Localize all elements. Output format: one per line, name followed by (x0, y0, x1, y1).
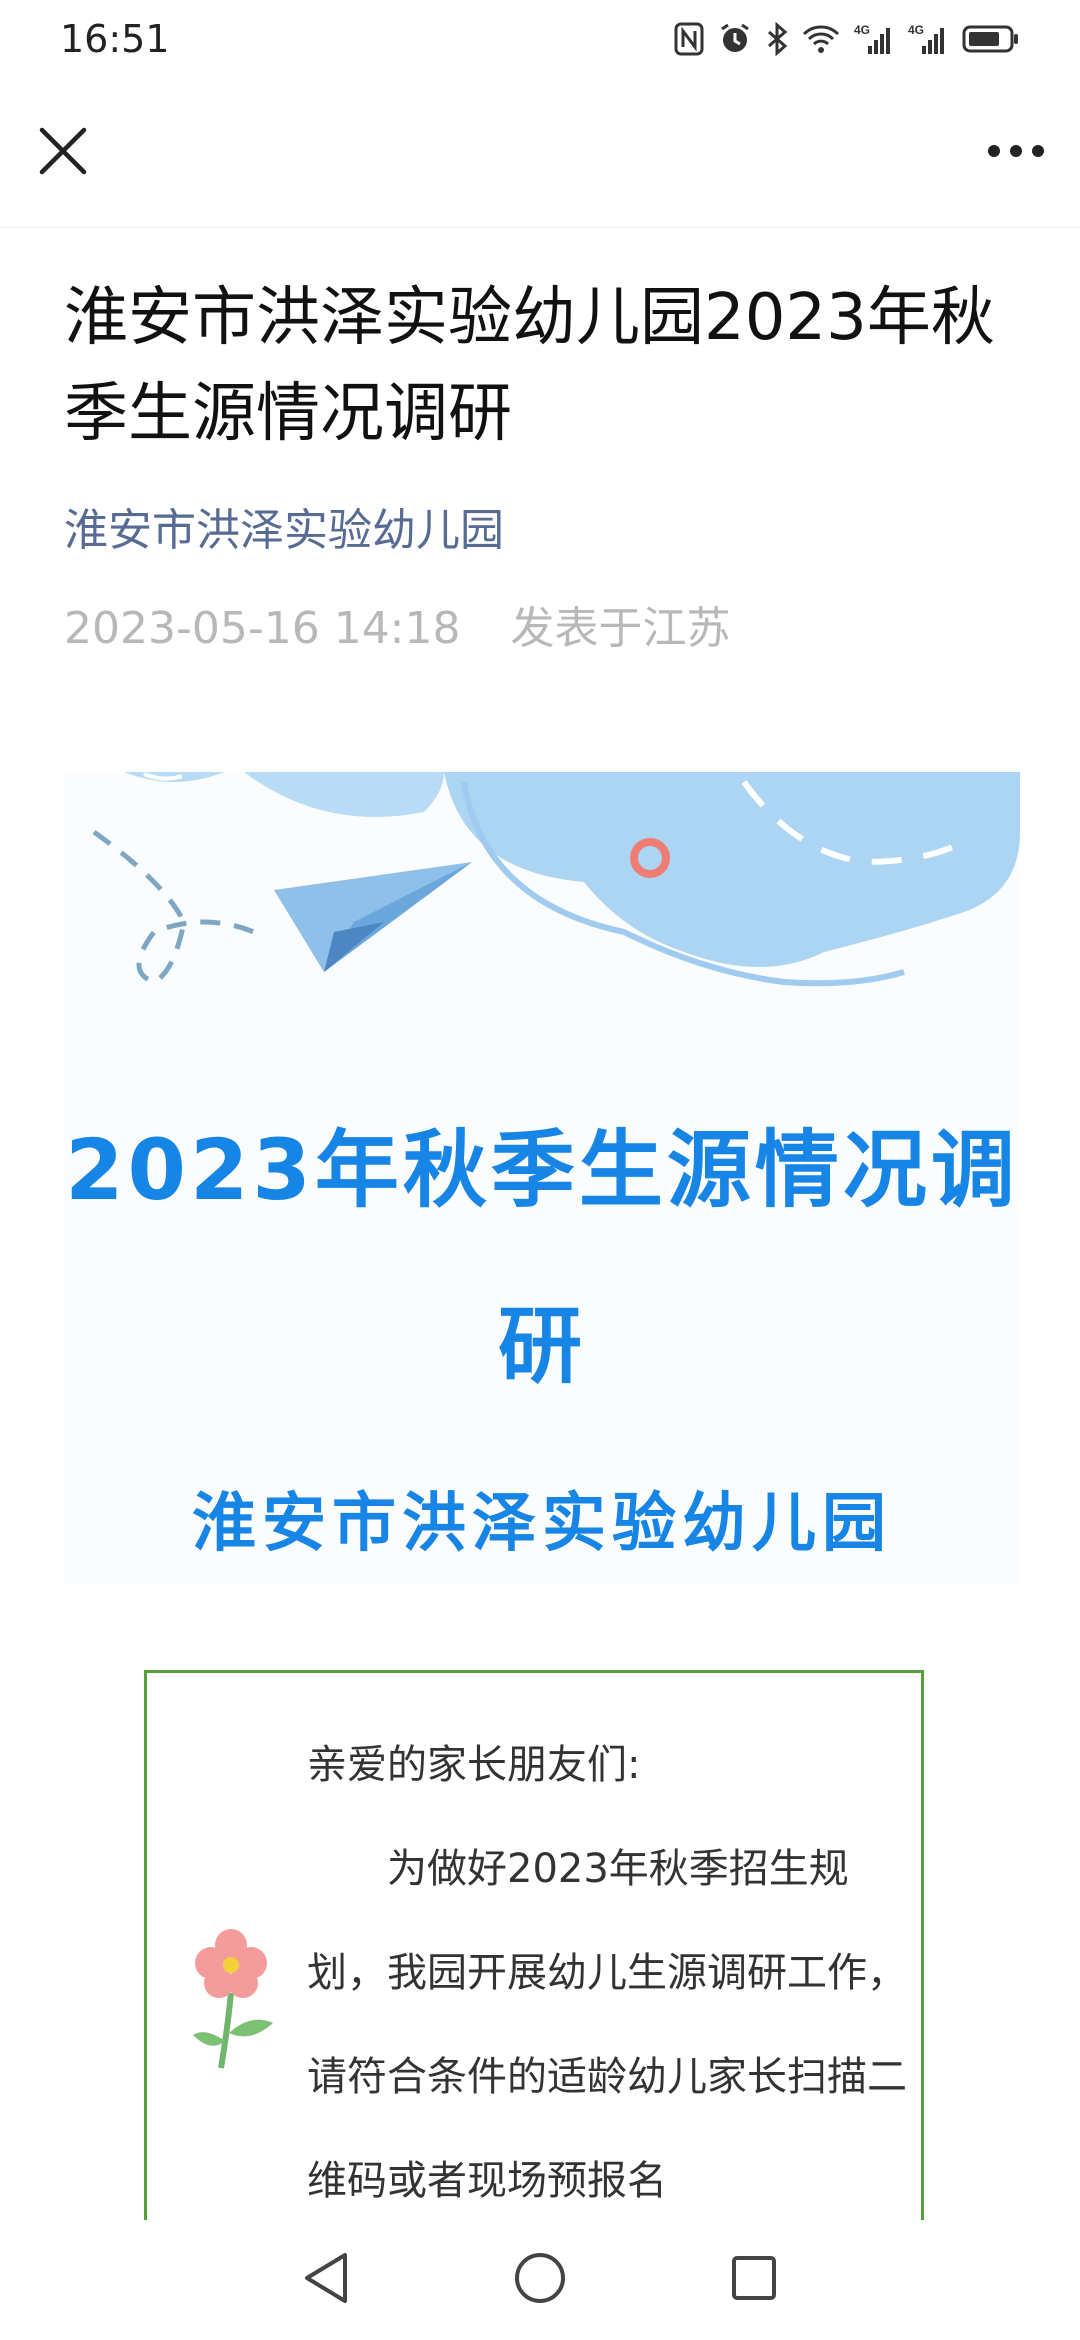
account-name-link[interactable]: 淮安市洪泽实验幼儿园 (64, 494, 1024, 558)
notice-box: 亲爱的家长朋友们: 为做好2023年秋季招生规划，我园开展幼儿生源调研工作，请符… (144, 1670, 924, 2230)
banner-image: 2023年秋季生源情况调研 淮安市洪泽实验幼儿园 (64, 772, 1020, 1584)
signal-4g-icon: 4G (854, 22, 894, 56)
back-triangle-icon[interactable] (301, 2251, 351, 2309)
battery-icon (962, 24, 1020, 54)
status-bar: 16:51 4G 4G (0, 0, 1080, 78)
article-header: 淮安市洪泽实验幼儿园2023年秋季生源情况调研 淮安市洪泽实验幼儿园 2023-… (64, 270, 1024, 656)
network-label-1: 4G (854, 23, 870, 37)
flower-icon (191, 1923, 281, 2077)
close-icon[interactable] (36, 124, 90, 182)
banner-title: 2023年秋季生源情况调研 (65, 1121, 1019, 1395)
nfc-icon (674, 22, 704, 56)
article-title: 淮安市洪泽实验幼儿园2023年秋季生源情况调研 (64, 281, 995, 451)
signal-4g-icon: 4G (908, 22, 948, 56)
network-label-2: 4G (908, 23, 924, 37)
status-icons: 4G 4G (674, 22, 1020, 56)
status-time: 16:51 (60, 17, 170, 61)
banner-decoration (92, 772, 1020, 987)
system-nav-bar (0, 2220, 1080, 2340)
more-icon[interactable] (986, 143, 1046, 163)
notice-greeting: 亲爱的家长朋友们: (307, 1742, 641, 1788)
bluetooth-icon (766, 22, 788, 56)
banner-subtitle: 淮安市洪泽实验幼儿园 (192, 1487, 892, 1561)
wifi-icon (802, 24, 840, 54)
article-meta: 2023-05-16 14:18 发表于江苏 (64, 592, 1024, 656)
publish-date: 2023-05-16 14:18 (64, 603, 461, 654)
recents-square-icon[interactable] (729, 2253, 779, 2307)
alarm-icon (718, 22, 752, 56)
top-nav-bar (0, 78, 1080, 228)
notice-text: 亲爱的家长朋友们: 为做好2023年秋季招生规划，我园开展幼儿生源调研工作，请符… (307, 1713, 907, 2230)
notice-body: 为做好2023年秋季招生规划，我园开展幼儿生源调研工作，请符合条件的适龄幼儿家长… (307, 1846, 907, 2204)
home-circle-icon[interactable] (513, 2251, 567, 2309)
publish-location: 发表于江苏 (510, 603, 731, 654)
